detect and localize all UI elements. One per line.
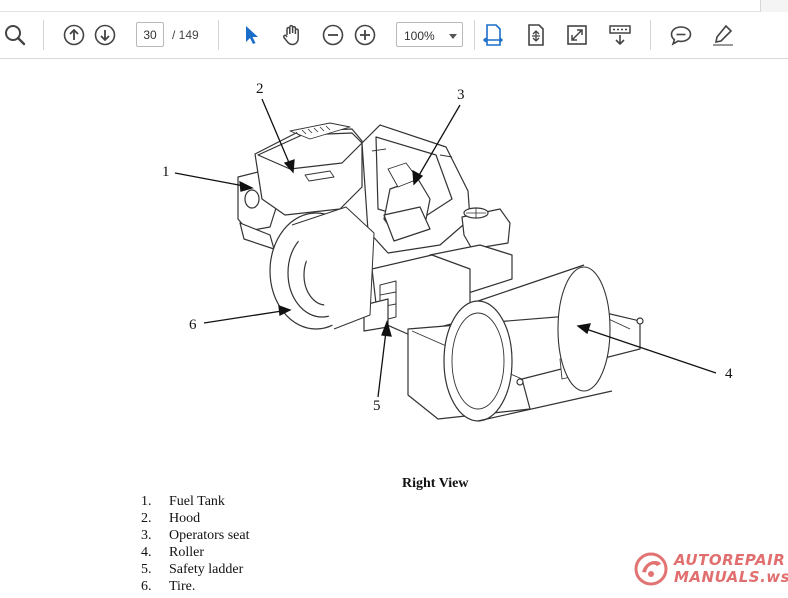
callout-4: 4	[725, 366, 733, 382]
watermark-line1: AUTOREPAIR	[674, 551, 786, 569]
prev-page-icon[interactable]	[59, 20, 89, 50]
select-cursor-icon[interactable]	[236, 20, 266, 50]
zoom-out-icon[interactable]	[318, 20, 348, 50]
callout-6: 6	[189, 317, 197, 333]
callout-2: 2	[256, 81, 264, 97]
pdf-page: 1 2 3 4 5 6 Right View 1. Fuel Tank 2. Hoo…	[0, 59, 788, 598]
chevron-down-icon	[449, 34, 457, 39]
page-number-input[interactable]: 30	[136, 22, 164, 47]
figure-caption: Right View	[402, 476, 469, 491]
pdf-toolbar: 30 / 149 100%	[0, 12, 788, 59]
fit-width-icon[interactable]	[478, 20, 508, 50]
watermark: AUTOREPAIR MANUALS.ws	[634, 549, 788, 589]
page-total: / 149	[172, 28, 199, 42]
list-item: 4. Roller	[141, 545, 204, 560]
callout-5: 5	[373, 398, 381, 414]
tab-strip	[0, 0, 788, 12]
callout-3: 3	[457, 87, 465, 103]
legend-list: 1. Fuel Tank 2. Hood 3. Operators seat 4. Ro…	[141, 493, 249, 595]
list-item: 1. Fuel Tank	[141, 494, 225, 509]
watermark-line2: MANUALS.ws	[674, 568, 788, 586]
fit-page-icon[interactable]	[521, 20, 551, 50]
list-item: 2. Hood	[141, 511, 201, 526]
roller-illustration	[174, 98, 717, 422]
zoom-in-icon[interactable]	[350, 20, 380, 50]
zoom-value: 100%	[404, 29, 435, 43]
list-item: 3. Operators seat	[141, 528, 250, 543]
search-icon[interactable]	[0, 20, 30, 50]
list-item: 6. Tire.	[141, 579, 196, 594]
list-item: 5. Safety ladder	[141, 562, 244, 577]
toolbar-divider	[474, 20, 475, 50]
highlight-icon[interactable]	[708, 20, 738, 50]
callout-1: 1	[162, 164, 170, 180]
comment-icon[interactable]	[666, 20, 696, 50]
scroll-mode-icon[interactable]	[605, 20, 635, 50]
toolbar-divider	[650, 20, 651, 50]
toolbar-divider	[43, 20, 44, 50]
hand-tool-icon[interactable]	[277, 20, 307, 50]
zoom-select[interactable]: 100%	[396, 22, 463, 47]
watermark-logo-icon	[634, 552, 668, 586]
toolbar-divider	[218, 20, 219, 50]
active-tab[interactable]	[0, 0, 761, 12]
full-screen-icon[interactable]	[562, 20, 592, 50]
next-page-icon[interactable]	[90, 20, 120, 50]
